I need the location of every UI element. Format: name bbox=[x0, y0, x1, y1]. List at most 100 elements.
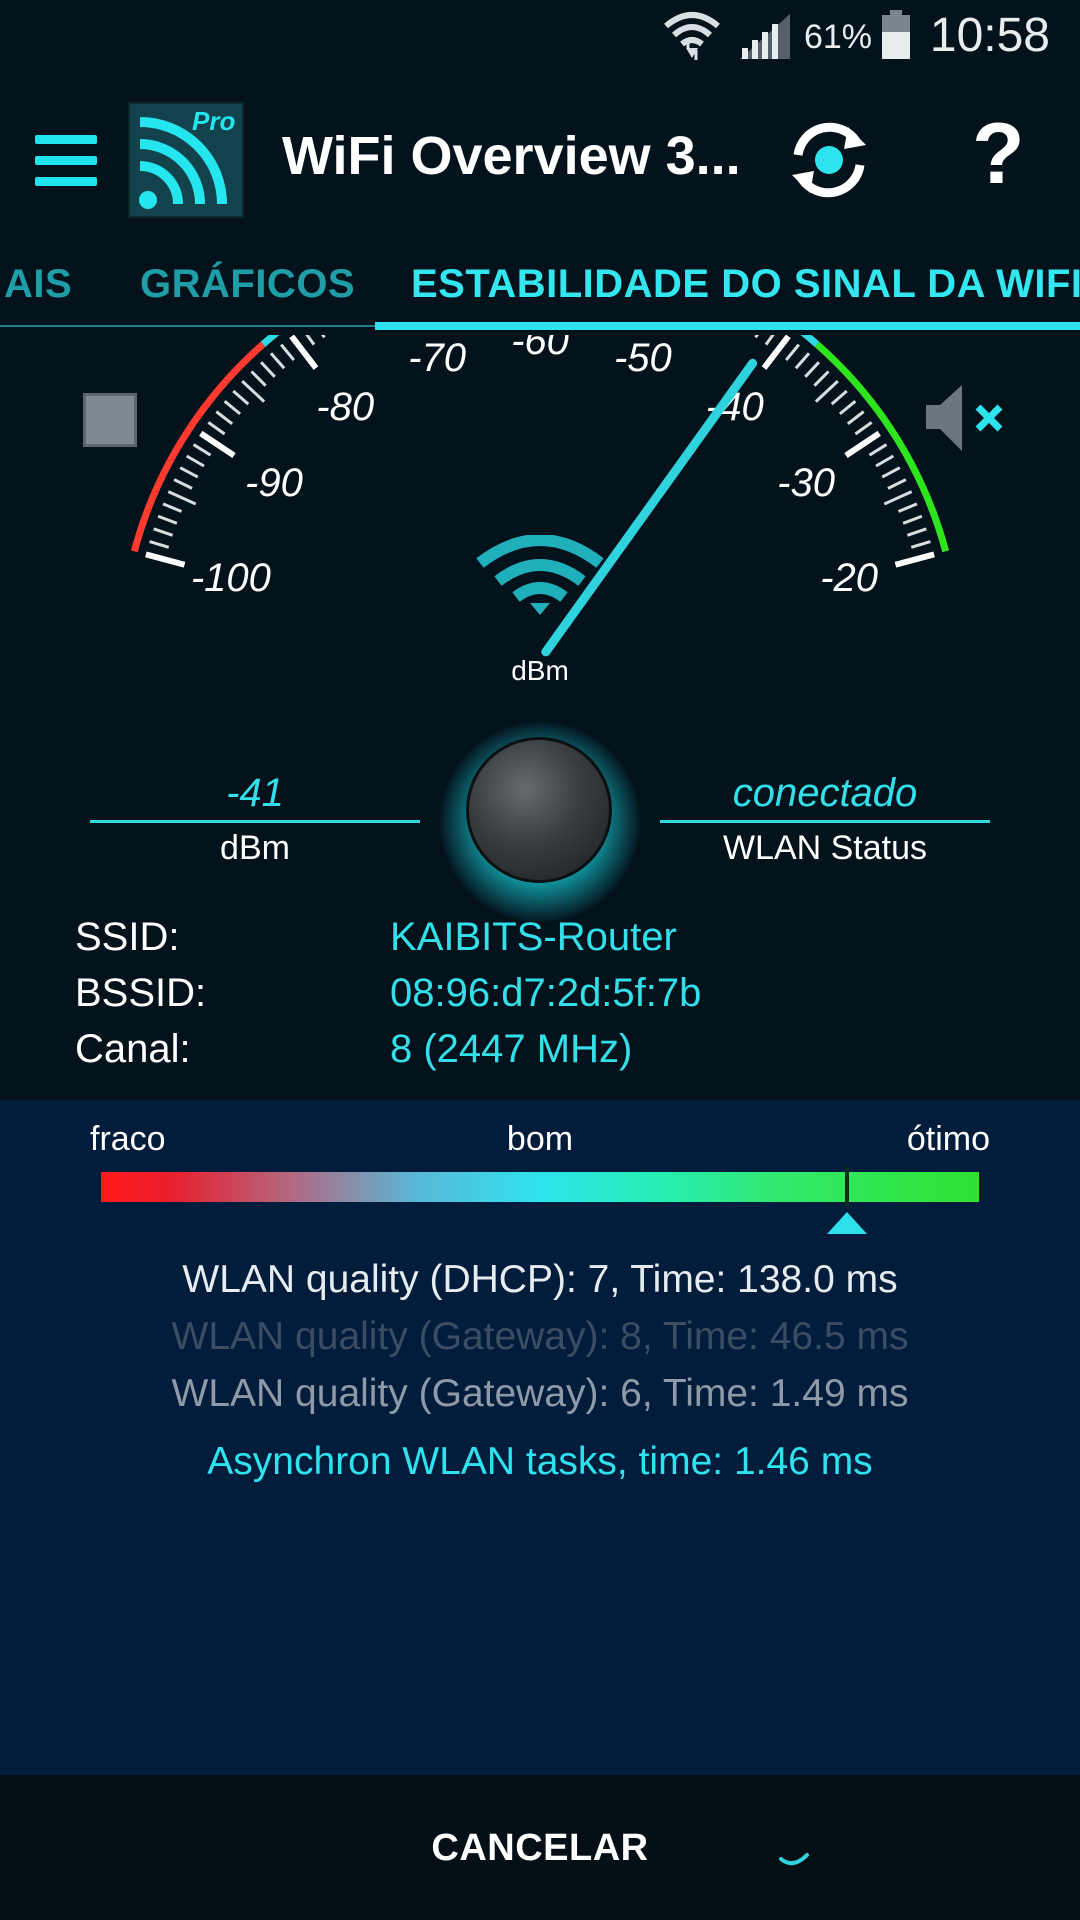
gauge-arcs bbox=[130, 335, 950, 553]
quality-weak-label: fraco bbox=[90, 1120, 166, 1158]
cell-signal-icon bbox=[740, 14, 790, 59]
wlan-status-value: conectado bbox=[732, 771, 918, 815]
gauge-minor-tick bbox=[902, 514, 923, 525]
gauge-minor-tick bbox=[887, 478, 907, 490]
gauge-minor-tick bbox=[794, 352, 811, 370]
gauge-minor-tick bbox=[764, 335, 775, 346]
dbm-divider bbox=[90, 820, 420, 823]
bssid-value: 08:96:d7:2d:5f:7b bbox=[390, 971, 702, 1015]
gauge-knob bbox=[466, 737, 612, 883]
quality-marker bbox=[845, 1167, 850, 1207]
gauge-minor-tick bbox=[162, 502, 183, 513]
clock: 10:58 bbox=[929, 9, 1050, 62]
quality-good-label: bom bbox=[506, 1120, 574, 1158]
gauge-ticks bbox=[145, 335, 935, 568]
ssid-row: SSID: KAIBITS-Router bbox=[75, 915, 1035, 971]
dbm-label: dBm bbox=[220, 829, 290, 867]
cancel-button[interactable]: CANCELAR bbox=[0, 1827, 1080, 1870]
gauge-minor-tick bbox=[830, 389, 848, 406]
wlan-status-divider bbox=[660, 820, 990, 823]
gauge-minor-tick bbox=[814, 379, 839, 403]
quality-line-gateway-1: WLAN quality (Gateway): 8, Time: 46.5 ms bbox=[171, 1315, 909, 1358]
dbm-readout: -41 dBm bbox=[90, 771, 420, 868]
wlan-status-readout: conectado WLAN Status bbox=[660, 771, 990, 868]
footer: CANCELAR bbox=[0, 1775, 1080, 1920]
gauge-minor-tick bbox=[149, 540, 170, 549]
tab-active-indicator bbox=[375, 322, 1080, 330]
app-logo: Pro bbox=[128, 102, 244, 218]
dbm-value: -41 bbox=[226, 771, 284, 815]
channel-key: Canal: bbox=[75, 1027, 191, 1071]
gauge-minor-tick bbox=[804, 361, 821, 378]
quality-pointer-icon bbox=[827, 1212, 868, 1234]
wlan-status-label: WLAN Status bbox=[722, 829, 928, 867]
gauge-minor-tick bbox=[754, 335, 759, 339]
gauge-minor-tick bbox=[223, 400, 242, 416]
gauge-minor-tick bbox=[897, 502, 918, 513]
gauge-minor-tick bbox=[321, 335, 326, 339]
quality-line-dhcp: WLAN quality (DHCP): 7, Time: 138.0 ms bbox=[182, 1258, 898, 1301]
hamburger-menu-icon[interactable] bbox=[35, 135, 97, 198]
gauge-scale-label: -60 bbox=[511, 335, 569, 363]
gauge-minor-tick bbox=[157, 514, 178, 525]
gauge-minor-tick bbox=[280, 343, 296, 362]
gauge-minor-tick bbox=[838, 400, 857, 416]
gauge-minor-tick bbox=[910, 540, 931, 549]
tab-bar: AIS GRÁFICOS ESTABILIDADE DO SINAL DA WI… bbox=[0, 240, 1080, 335]
gauge-scale-label: -90 bbox=[245, 461, 303, 505]
refresh-sync-icon[interactable] bbox=[784, 115, 874, 205]
gauge-minor-tick bbox=[259, 361, 276, 378]
bssid-key: BSSID: bbox=[75, 971, 207, 1015]
bssid-row: BSSID: 08:96:d7:2d:5f:7b bbox=[75, 971, 1035, 1027]
gauge-scale-label: -70 bbox=[408, 336, 466, 380]
gauge-major-tick bbox=[894, 551, 935, 568]
gauge-minor-tick bbox=[185, 454, 205, 468]
gauge-minor-tick bbox=[305, 335, 316, 346]
gauge-unit: dBm bbox=[511, 655, 569, 686]
gauge-minor-tick bbox=[179, 466, 199, 479]
app-title: WiFi Overview 3... bbox=[282, 126, 741, 186]
gauge-minor-tick bbox=[232, 389, 250, 406]
channel-row: Canal: 8 (2447 MHz) bbox=[75, 1027, 1035, 1083]
quality-line-async: Asynchron WLAN tasks, time: 1.46 ms bbox=[207, 1440, 873, 1483]
gauge-minor-tick bbox=[784, 343, 800, 362]
gauge-minor-tick bbox=[868, 443, 888, 457]
signal-gauge: -100 -90 -80 -70 -60 -50 -40 -30 -20 dBm -41 dBm… bbox=[0, 335, 1080, 922]
gauge-scale-label: -100 bbox=[191, 556, 271, 600]
gauge-scale-label: -20 bbox=[820, 556, 878, 600]
tab-graficos[interactable]: GRÁFICOS bbox=[140, 262, 355, 307]
gauge-minor-tick bbox=[813, 370, 830, 387]
gauge-minor-tick bbox=[883, 490, 913, 506]
app-bar: Pro WiFi Overview 3... ? bbox=[0, 75, 1080, 240]
ssid-key: SSID: bbox=[75, 915, 180, 959]
loading-spinner-icon bbox=[779, 1853, 809, 1866]
battery-percent: 61% bbox=[803, 18, 872, 56]
gauge-minor-tick bbox=[854, 421, 873, 436]
channel-value: 8 (2447 MHz) bbox=[390, 1027, 633, 1071]
wifi-status-icon bbox=[664, 12, 720, 60]
gauge-scale-label: -80 bbox=[316, 385, 374, 429]
gauge-minor-tick bbox=[207, 421, 226, 436]
ssid-value: KAIBITS-Router bbox=[390, 915, 677, 959]
gauge-minor-tick bbox=[241, 379, 266, 403]
tab-signal-stability[interactable]: ESTABILIDADE DO SINAL DA WIFI bbox=[411, 262, 1080, 307]
tab-ais[interactable]: AIS bbox=[4, 262, 72, 307]
gauge-minor-tick bbox=[875, 454, 895, 468]
logo-badge: Pro bbox=[192, 106, 236, 136]
battery-icon bbox=[882, 10, 910, 59]
gauge-minor-tick bbox=[167, 490, 197, 506]
gauge-major-tick bbox=[145, 551, 186, 568]
gauge-minor-tick bbox=[881, 466, 901, 479]
quality-great-label: ótimo bbox=[906, 1120, 990, 1158]
gauge-scale-label: -30 bbox=[777, 461, 835, 505]
gauge-minor-tick bbox=[269, 352, 286, 370]
gauge-minor-tick bbox=[192, 443, 212, 457]
gauge-minor-tick bbox=[173, 478, 193, 490]
quality-line-gateway-2: WLAN quality (Gateway): 6, Time: 1.49 ms bbox=[171, 1372, 909, 1415]
quality-panel: fraco bom ótimo WLAN quality (DHCP): 7, … bbox=[0, 1100, 1080, 1775]
help-question-icon[interactable]: ? bbox=[972, 105, 1025, 204]
status-bar: 61% 10:58 bbox=[0, 0, 1080, 75]
gauge-scale-label: -50 bbox=[614, 336, 672, 380]
gauge-minor-tick bbox=[906, 527, 927, 537]
gauge-minor-tick bbox=[846, 410, 865, 425]
